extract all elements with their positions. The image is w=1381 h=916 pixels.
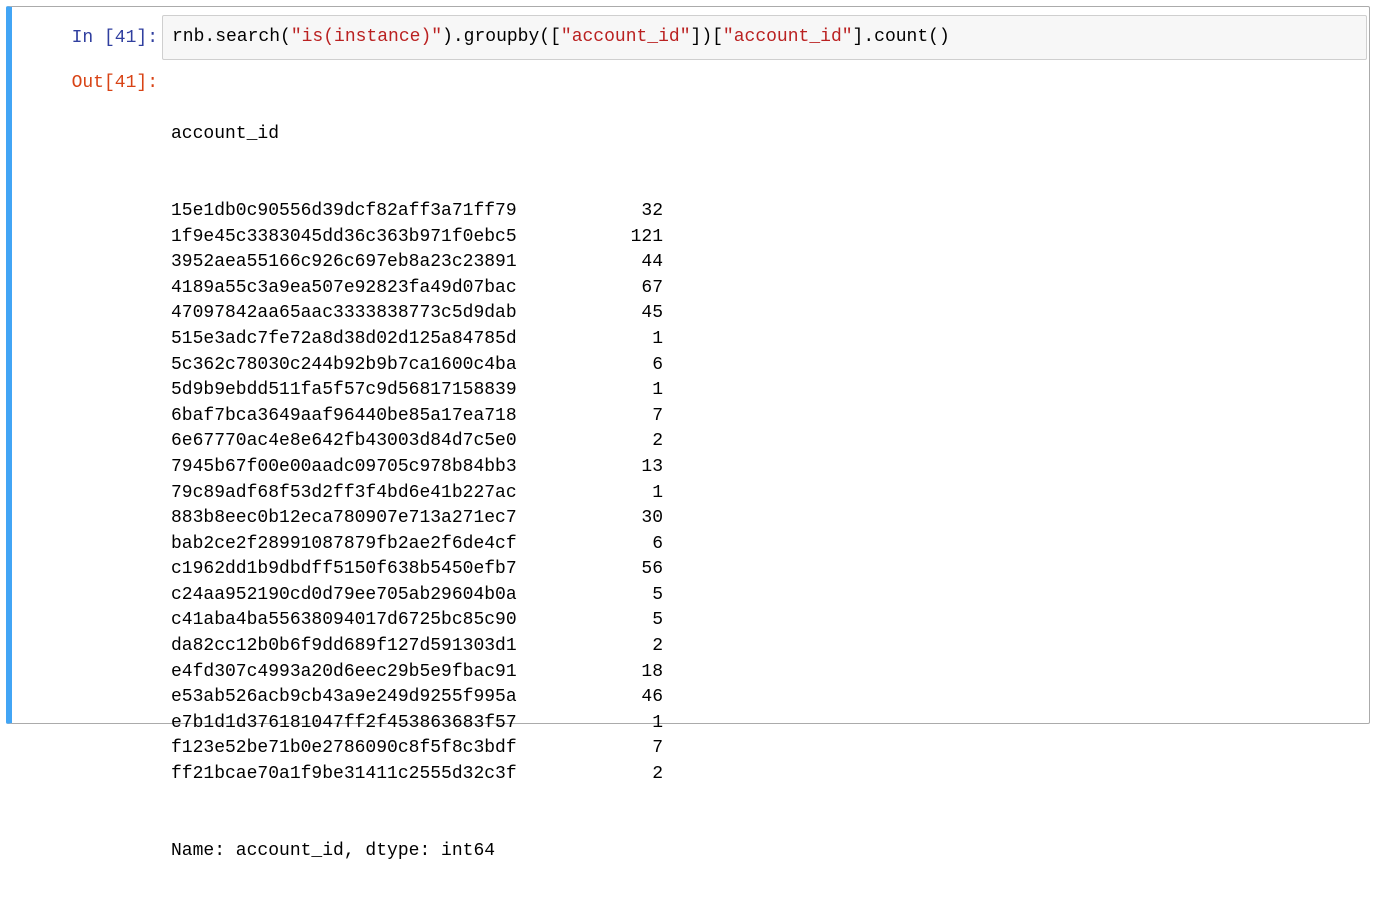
account-id: 79c89adf68f53d2ff3f4bd6e41b227ac [171,482,517,503]
account-id: 7945b67f00e00aadc09705c978b84bb3 [171,456,517,477]
count-value: 121 [630,226,663,247]
account-id: 883b8eec0b12eca780907e713a271ec7 [171,508,517,529]
account-id: 6baf7bca3649aaf96440be85a17ea718 [171,405,517,426]
count-value: 5 [652,584,663,605]
count-value: 30 [641,508,663,529]
output-area: account_id 15e1db0c90556d39dcf82aff3a71f… [171,71,663,916]
series-row: 5d9b9ebdd511fa5f57c9d56817158839 1 [171,378,663,404]
account-id: e7b1d1d376181047ff2f453863683f57 [171,712,517,733]
code-token: ])[ [690,27,723,47]
code-token: ).groupby([ [442,27,561,47]
series-row: 15e1db0c90556d39dcf82aff3a71ff79 32 [171,199,663,225]
count-value: 2 [652,764,663,785]
series-footer-text: Name: account_id, dtype: int64 [171,840,496,861]
series-row: 5c362c78030c244b92b9b7ca1600c4ba 6 [171,353,663,379]
count-value: 56 [641,559,663,580]
count-value: 18 [641,661,663,682]
count-value: 45 [641,303,663,324]
series-row: f123e52be71b0e2786090c8f5f8c3bdf 7 [171,736,663,762]
count-value: 67 [641,277,663,298]
input-prompt: In [41]: [71,28,158,48]
account-id: 15e1db0c90556d39dcf82aff3a71ff79 [171,200,517,221]
account-id: 5c362c78030c244b92b9b7ca1600c4ba [171,354,517,375]
account-id: c1962dd1b9dbdff5150f638b5450efb7 [171,559,517,580]
code-string: "account_id" [560,27,691,47]
account-id: 6e67770ac4e8e642fb43003d84d7c5e0 [171,431,517,452]
code-string: "is(instance)" [290,27,443,47]
count-value: 2 [652,636,663,657]
count-value: 1 [652,482,663,503]
account-id: 5d9b9ebdd511fa5f57c9d56817158839 [171,380,517,401]
count-value: 44 [641,252,663,273]
account-id: e53ab526acb9cb43a9e249d9255f995a [171,687,517,708]
series-row: 3952aea55166c926c697eb8a23c23891 44 [171,250,663,276]
count-value: 6 [652,533,663,554]
series-row: 6baf7bca3649aaf96440be85a17ea718 7 [171,404,663,430]
series-row: ff21bcae70a1f9be31411c2555d32c3f 2 [171,762,663,788]
account-id: 4189a55c3a9ea507e92823fa49d07bac [171,277,517,298]
series-row: c1962dd1b9dbdff5150f638b5450efb7 56 [171,557,663,583]
notebook-cell[interactable]: In [41]: rnb.search("is(instance)").grou… [6,6,1370,861]
series-rows: 15e1db0c90556d39dcf82aff3a71ff79 32 1f9e45… [171,199,663,788]
series-row: 4189a55c3a9ea507e92823fa49d07bac 67 [171,276,663,302]
account-id: 515e3adc7fe72a8d38d02d125a84785d [171,328,517,349]
account-id: c41aba4ba55638094017d6725bc85c90 [171,610,517,631]
series-row: c41aba4ba55638094017d6725bc85c90 5 [171,608,663,634]
count-value: 7 [652,405,663,426]
count-value: 1 [652,380,663,401]
series-row: 7945b67f00e00aadc09705c978b84bb3 13 [171,455,663,481]
account-id: e4fd307c4993a20d6eec29b5e9fbac91 [171,661,517,682]
index-name-label: account_id [171,124,280,145]
code-string: "account_id" [722,27,853,47]
count-value: 1 [652,712,663,733]
count-value: 7 [652,738,663,759]
account-id: bab2ce2f28991087879fb2ae2f6de4cf [171,533,517,554]
account-id: c24aa952190cd0d79ee705ab29604b0a [171,584,517,605]
series-row: bab2ce2f28991087879fb2ae2f6de4cf 6 [171,532,663,558]
count-value: 1 [652,328,663,349]
series-row: da82cc12b0b6f9dd689f127d591303d1 2 [171,634,663,660]
count-value: 13 [641,456,663,477]
count-value: 5 [652,610,663,631]
code-token: ].count() [852,27,950,47]
count-value: 46 [641,687,663,708]
count-value: 2 [652,431,663,452]
series-row: 79c89adf68f53d2ff3f4bd6e41b227ac 1 [171,481,663,507]
account-id: 47097842aa65aac3333838773c5d9dab [171,303,517,324]
code-token: rnb.search( [172,27,291,47]
series-row: e53ab526acb9cb43a9e249d9255f995a 46 [171,685,663,711]
series-footer: Name: account_id, dtype: int64 [171,839,663,865]
account-id: f123e52be71b0e2786090c8f5f8c3bdf [171,738,517,759]
series-row: 883b8eec0b12eca780907e713a271ec7 30 [171,506,663,532]
series-row: c24aa952190cd0d79ee705ab29604b0a 5 [171,583,663,609]
series-index-name: account_id [171,122,663,148]
account-id: ff21bcae70a1f9be31411c2555d32c3f [171,764,517,785]
account-id: da82cc12b0b6f9dd689f127d591303d1 [171,636,517,657]
series-row: 6e67770ac4e8e642fb43003d84d7c5e0 2 [171,429,663,455]
output-prompt: Out[41]: [71,73,158,93]
series-row: 1f9e45c3383045dd36c363b971f0ebc5 121 [171,225,663,251]
series-row: e4fd307c4993a20d6eec29b5e9fbac91 18 [171,660,663,686]
series-row: 47097842aa65aac3333838773c5d9dab 45 [171,301,663,327]
count-value: 6 [652,354,663,375]
series-row: 515e3adc7fe72a8d38d02d125a84785d 1 [171,327,663,353]
count-value: 32 [641,200,663,221]
code-input[interactable]: rnb.search("is(instance)").groupby(["acc… [162,15,1367,60]
account-id: 1f9e45c3383045dd36c363b971f0ebc5 [171,226,517,247]
series-row: e7b1d1d376181047ff2f453863683f57 1 [171,711,663,737]
account-id: 3952aea55166c926c697eb8a23c23891 [171,252,517,273]
